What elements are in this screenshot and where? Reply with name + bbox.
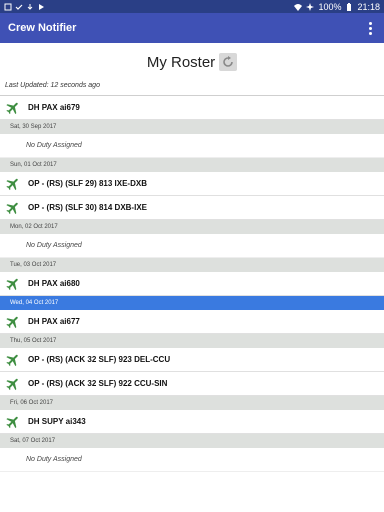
last-updated-text: Last Updated: 12 seconds ago	[5, 82, 100, 89]
duty-label: DH PAX ai680	[28, 279, 80, 288]
no-duty-row: No Duty Assigned	[0, 234, 384, 258]
airplane-icon	[5, 100, 21, 116]
airplane-icon	[5, 314, 21, 330]
duty-row[interactable]: OP - (RS) (ACK 32 SLF) 923 DEL-CCU	[0, 348, 384, 372]
airplane-icon	[5, 200, 21, 216]
refresh-icon	[223, 56, 233, 67]
date-header[interactable]: Sat, 07 Oct 2017	[0, 434, 384, 448]
date-header-selected[interactable]: Wed, 04 Oct 2017	[0, 296, 384, 310]
app-title: Crew Notifier	[8, 22, 77, 34]
app-bar: Crew Notifier	[0, 13, 384, 43]
notification-icons	[4, 3, 45, 11]
notification-icon	[4, 3, 12, 10]
date-header[interactable]: Fri, 06 Oct 2017	[0, 396, 384, 410]
duty-label: OP - (RS) (SLF 30) 814 DXB-IXE	[28, 203, 147, 212]
no-duty-row: No Duty Assigned	[0, 134, 384, 158]
check-icon	[15, 4, 23, 10]
duty-label: OP - (RS) (ACK 32 SLF) 923 DEL-CCU	[28, 355, 171, 364]
airplane-icon	[5, 414, 21, 430]
more-vert-icon[interactable]	[364, 21, 376, 35]
airplane-mode-icon	[306, 2, 315, 11]
duty-label: OP - (RS) (SLF 29) 813 IXE-DXB	[28, 179, 147, 188]
play-icon	[39, 3, 44, 10]
duty-label: DH PAX ai679	[28, 103, 80, 112]
airplane-icon	[5, 276, 21, 292]
page-title: My Roster	[146, 53, 216, 71]
battery-percentage: 100%	[318, 1, 342, 12]
date-header[interactable]: Sat, 30 Sep 2017	[0, 120, 384, 134]
system-status: 100% 21:18	[294, 2, 380, 12]
roster-header: My Roster	[0, 43, 384, 81]
wifi-icon	[294, 3, 303, 11]
date-header[interactable]: Sun, 01 Oct 2017	[0, 158, 384, 172]
download-icon	[27, 3, 33, 10]
airplane-icon	[5, 176, 21, 192]
battery-icon	[347, 2, 352, 11]
duty-label: DH SUPY ai343	[28, 417, 86, 426]
duty-label: OP - (RS) (ACK 32 SLF) 922 CCU-SIN	[28, 379, 168, 388]
date-header[interactable]: Tue, 03 Oct 2017	[0, 258, 384, 272]
date-header[interactable]: Thu, 05 Oct 2017	[0, 334, 384, 348]
duty-row[interactable]: OP - (RS) (ACK 32 SLF) 922 CCU-SIN	[0, 372, 384, 396]
duty-row[interactable]: OP - (RS) (SLF 29) 813 IXE-DXB	[0, 172, 384, 196]
clock: 21:18	[357, 1, 380, 12]
duty-row[interactable]: OP - (RS) (SLF 30) 814 DXB-IXE	[0, 196, 384, 220]
status-bar: 100% 21:18	[0, 0, 384, 13]
airplane-icon	[5, 376, 21, 392]
airplane-icon	[5, 352, 21, 368]
duty-row[interactable]: DH PAX ai679	[0, 96, 384, 120]
duty-label: DH PAX ai677	[28, 317, 80, 326]
duty-row[interactable]: DH PAX ai677	[0, 310, 384, 334]
roster-list: DH PAX ai679 Sat, 30 Sep 2017 No Duty Assi…	[0, 95, 384, 472]
refresh-button[interactable]	[219, 53, 238, 71]
duty-row[interactable]: DH SUPY ai343	[0, 410, 384, 434]
duty-row[interactable]: DH PAX ai680	[0, 272, 384, 296]
date-header[interactable]: Mon, 02 Oct 2017	[0, 220, 384, 234]
no-duty-row: No Duty Assigned	[0, 448, 384, 472]
